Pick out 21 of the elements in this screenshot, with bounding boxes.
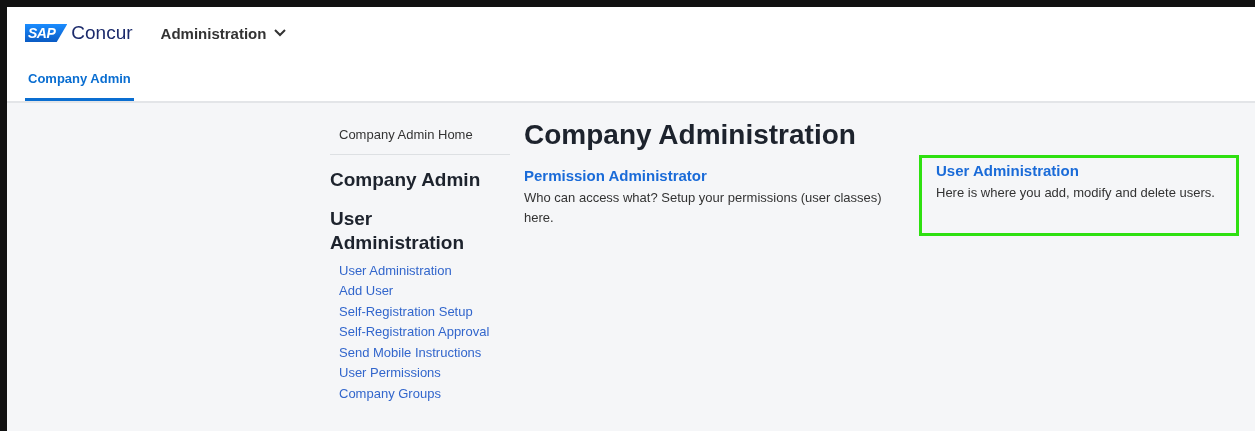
card-description: Here is where you add, modify and delete users. (936, 184, 1216, 202)
chevron-down-icon (274, 29, 287, 37)
sidebar-link[interactable]: User Permissions (330, 363, 510, 384)
sidebar-link[interactable]: Send Mobile Instructions (330, 342, 510, 363)
sidebar-link[interactable]: User Administration (330, 260, 510, 281)
sidebar-heading: Company Admin (330, 169, 482, 191)
home-link[interactable]: Company Admin Home (330, 115, 510, 155)
section-heading: User Administration (330, 207, 466, 255)
card-description: Who can access what? Setup your permissions (user classes) here. (524, 189, 883, 227)
card-link[interactable]: User Administration (936, 162, 1224, 179)
page-title: Company Administration (524, 119, 857, 151)
administration-menu[interactable]: Administration (160, 24, 287, 42)
logo-text: Concur (71, 22, 133, 44)
sidebar-link[interactable]: Self-Registration Setup (330, 301, 510, 322)
card-link[interactable]: Permission Administrator (524, 167, 887, 184)
logo-mark: SAP (25, 24, 68, 42)
concur-logo[interactable]: SAP Concur (25, 22, 133, 44)
sidebar-link[interactable]: Company Groups (330, 383, 510, 404)
nav-tab[interactable]: Company Admin (25, 59, 134, 101)
sidebar-link[interactable]: Add User (330, 281, 510, 302)
sidebar-link[interactable]: Self-Registration Approval (330, 322, 510, 343)
